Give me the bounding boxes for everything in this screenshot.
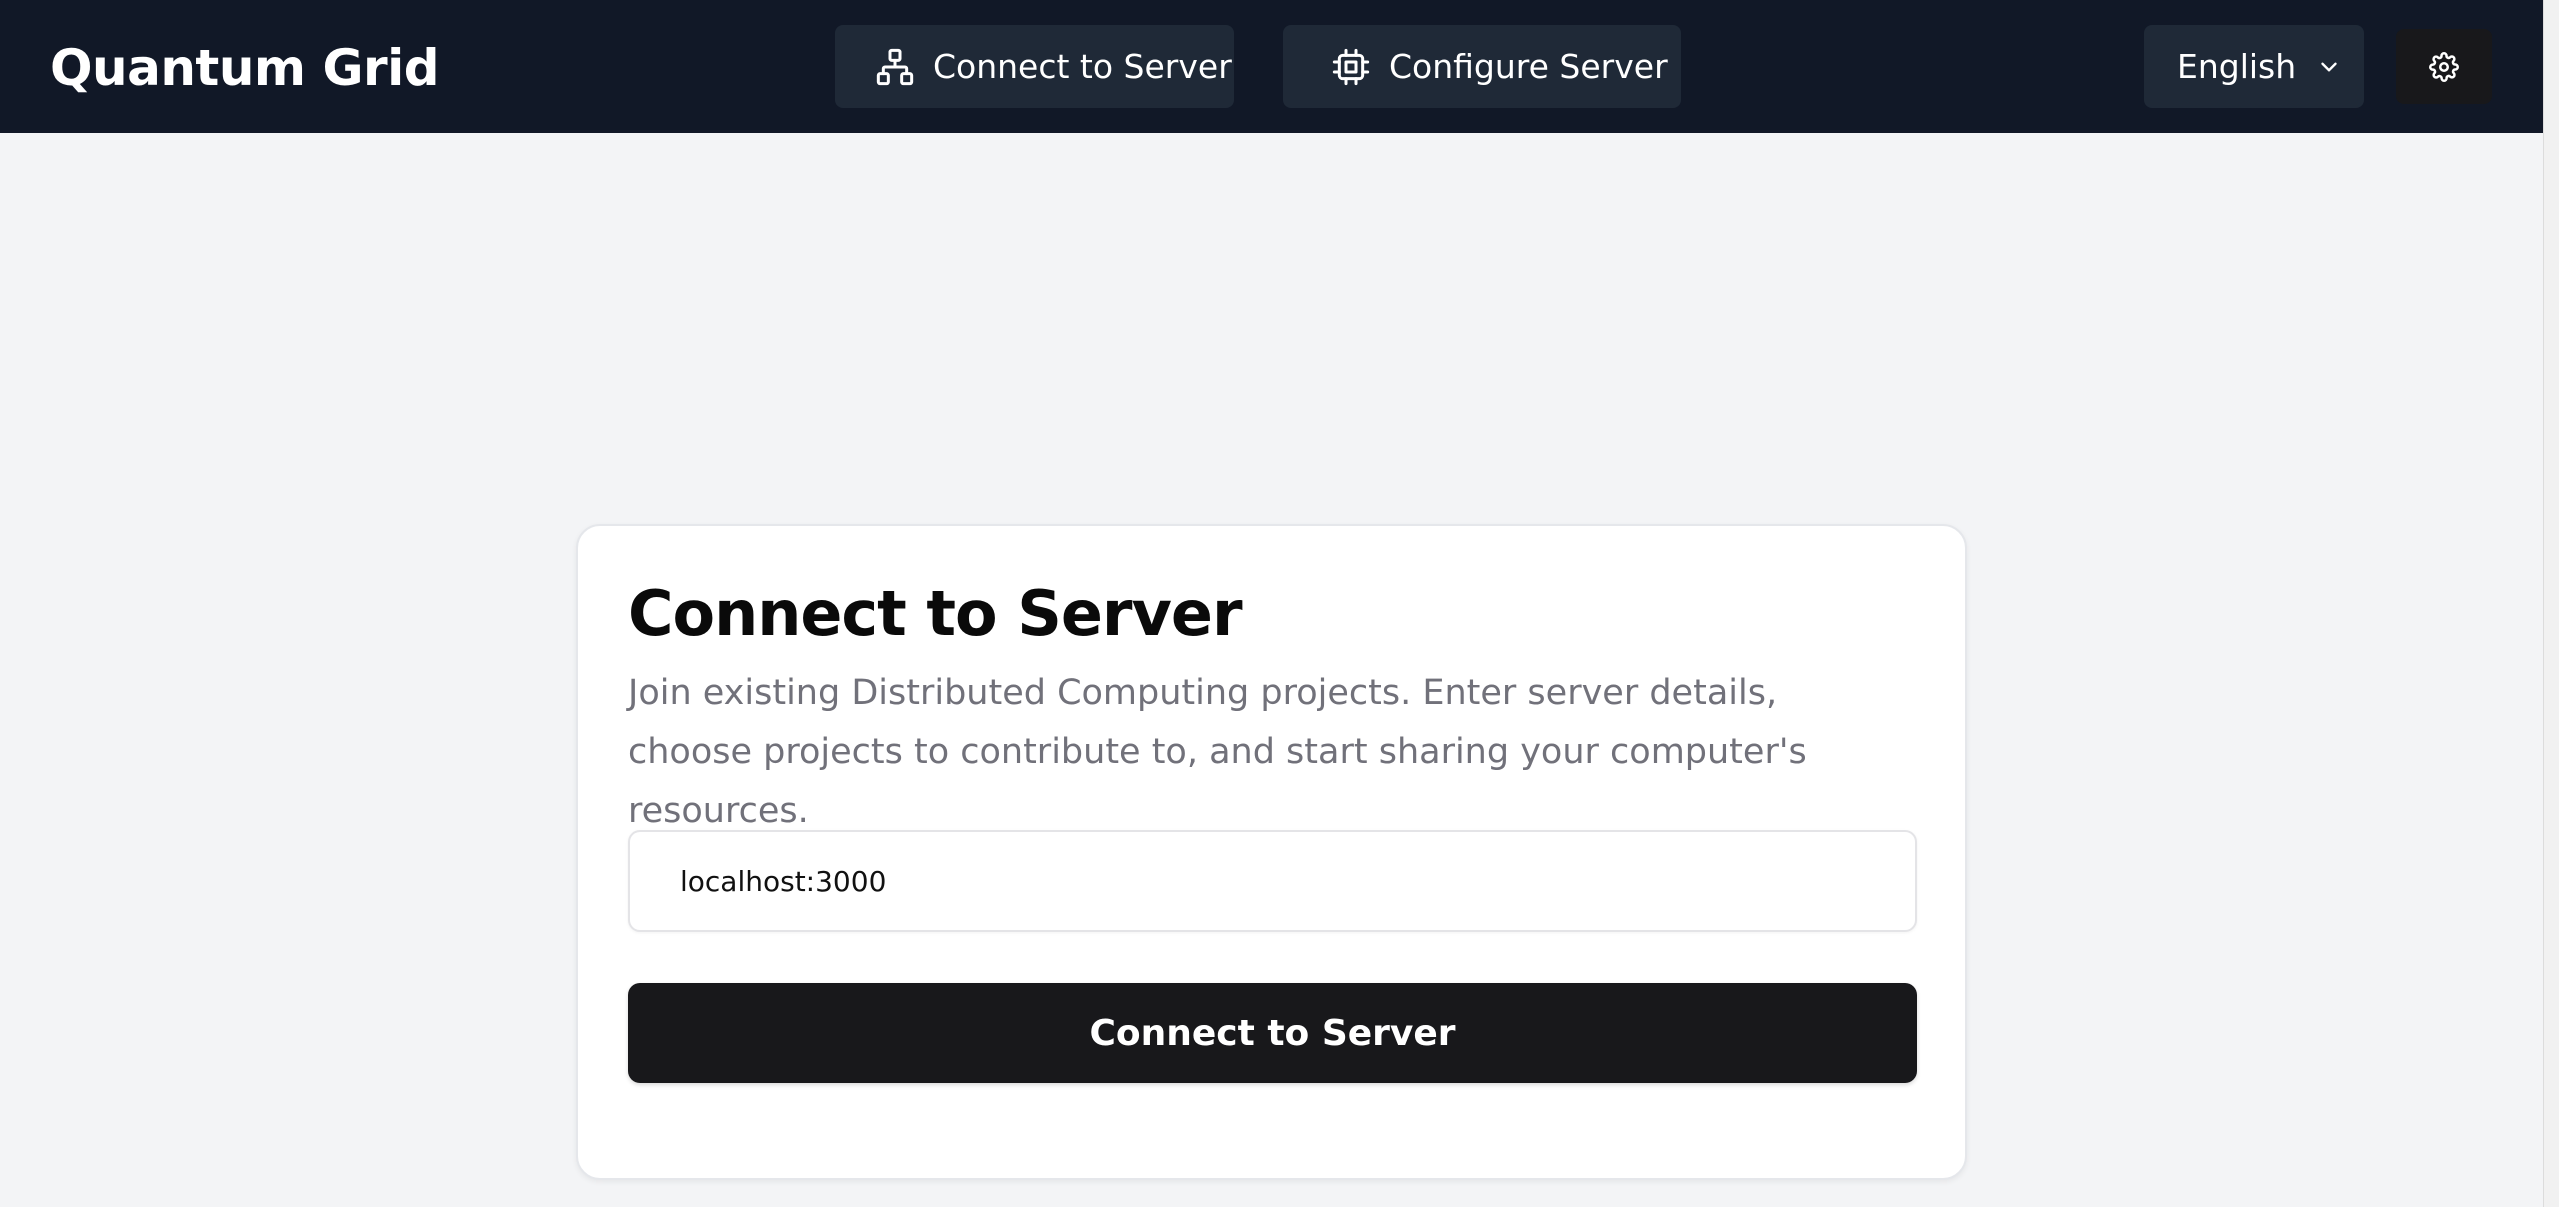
top-navbar: Quantum Grid Connect to Server Configure… bbox=[0, 0, 2543, 133]
card-title: Connect to Server bbox=[628, 577, 1243, 650]
connect-to-server-button[interactable]: Connect to Server bbox=[628, 983, 1917, 1083]
nav-connect-server-button[interactable]: Connect to Server bbox=[835, 25, 1234, 108]
cpu-icon bbox=[1332, 48, 1370, 85]
chevron-down-icon bbox=[2321, 62, 2337, 71]
page-scrollbar[interactable] bbox=[2543, 0, 2559, 1207]
nav-configure-server-button[interactable]: Configure Server bbox=[1283, 25, 1681, 108]
gear-icon bbox=[2429, 51, 2459, 82]
connect-server-card: Connect to Server Join existing Distribu… bbox=[576, 524, 1967, 1180]
settings-button[interactable] bbox=[2396, 29, 2492, 104]
network-icon bbox=[876, 48, 914, 85]
app-brand[interactable]: Quantum Grid bbox=[50, 36, 440, 100]
nav-connect-server-label: Connect to Server bbox=[933, 47, 1232, 86]
language-select[interactable]: English bbox=[2144, 25, 2364, 108]
card-description: Join existing Distributed Computing proj… bbox=[628, 673, 1807, 831]
language-selected-value: English bbox=[2177, 47, 2297, 86]
server-address-input[interactable] bbox=[628, 830, 1917, 932]
nav-configure-server-label: Configure Server bbox=[1389, 47, 1668, 86]
